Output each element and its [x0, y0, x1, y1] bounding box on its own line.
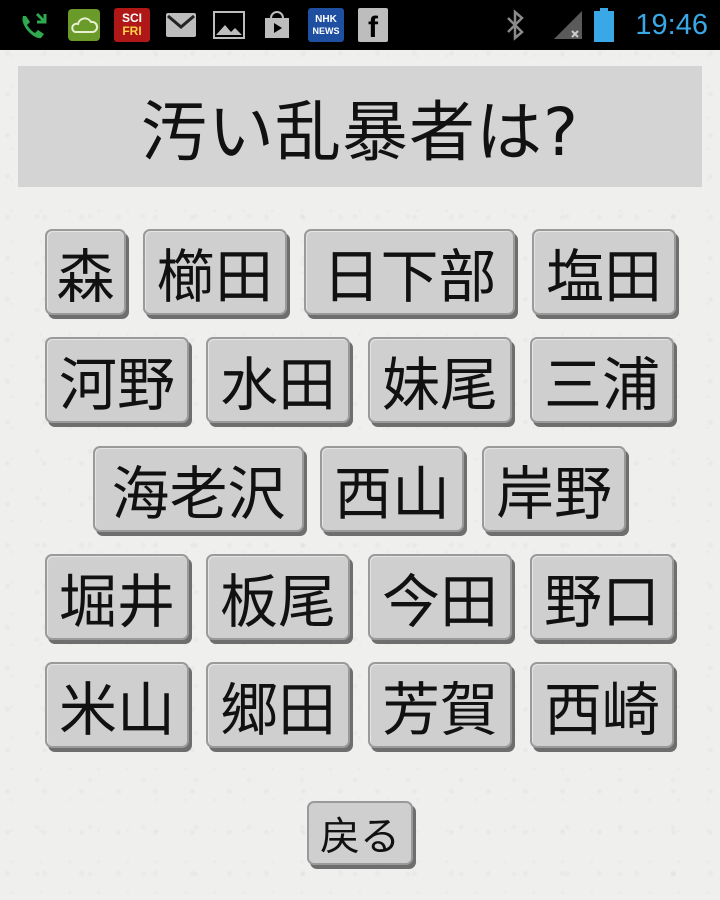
status-bar: SCI FRI NHK NEWS f 19:46 — [0, 0, 720, 50]
facebook-glyph: f — [368, 11, 378, 44]
answer-button[interactable]: 西崎 — [530, 662, 674, 748]
nhk-news-icon: NHK NEWS — [308, 8, 344, 42]
answer-button[interactable]: 今田 — [368, 554, 512, 640]
answer-button[interactable]: 板尾 — [206, 554, 350, 640]
answer-button[interactable]: 米山 — [45, 662, 189, 748]
answer-button[interactable]: 郷田 — [206, 662, 350, 748]
weather-cloud-icon — [66, 8, 102, 42]
answer-button[interactable]: 岸野 — [482, 446, 626, 532]
answer-button[interactable]: 日下部 — [304, 229, 515, 315]
answer-button[interactable]: 妹尾 — [368, 337, 512, 423]
answer-button[interactable]: 櫛田 — [143, 229, 287, 315]
battery-icon — [592, 8, 616, 42]
answer-button[interactable]: 海老沢 — [93, 446, 304, 532]
answer-button[interactable]: 野口 — [530, 554, 674, 640]
nhk-label: NEWS — [312, 25, 340, 36]
answer-button[interactable]: 塩田 — [532, 229, 676, 315]
bluetooth-icon — [500, 8, 530, 42]
status-clock: 19:46 — [635, 9, 708, 41]
answer-button[interactable]: 芳賀 — [368, 662, 512, 748]
missed-call-icon — [16, 8, 52, 42]
answer-button[interactable]: 堀井 — [45, 554, 189, 640]
play-store-icon — [260, 8, 294, 42]
signal-icon — [550, 8, 586, 42]
sci-fri-app-icon: SCI FRI — [114, 8, 150, 42]
question-banner: 汚い乱暴者は? — [18, 66, 702, 187]
back-button[interactable]: 戻る — [307, 801, 413, 865]
answer-button[interactable]: 河野 — [45, 337, 189, 423]
answer-button[interactable]: 森 — [45, 229, 126, 315]
answer-button[interactable]: 三浦 — [530, 337, 674, 423]
sci-fri-label: FRI — [122, 24, 142, 38]
question-text: 汚い乱暴者は? — [140, 93, 580, 171]
gallery-icon — [212, 8, 246, 42]
nhk-label: NHK — [315, 13, 337, 25]
facebook-icon: f — [358, 8, 388, 44]
answer-button[interactable]: 水田 — [206, 337, 350, 423]
answer-button[interactable]: 西山 — [320, 446, 464, 532]
gmail-icon — [164, 8, 198, 42]
